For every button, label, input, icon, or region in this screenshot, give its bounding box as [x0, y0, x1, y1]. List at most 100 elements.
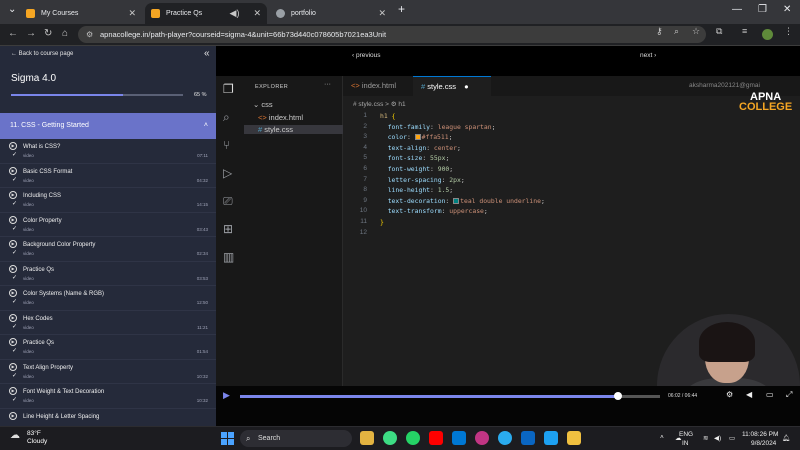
- lesson-item[interactable]: ▶ ✓ What is CSS? video 07:11: [0, 139, 216, 164]
- tab-my-courses[interactable]: My Courses ✕: [20, 3, 142, 24]
- avatar[interactable]: [762, 29, 773, 40]
- play-circle-icon: ▶: [9, 362, 17, 371]
- lesson-duration: 03:43: [196, 226, 208, 232]
- reload-icon[interactable]: ↻: [44, 28, 52, 39]
- seek-handle[interactable]: [614, 392, 622, 400]
- play-circle-icon: ▶: [9, 264, 17, 273]
- password-key-icon[interactable]: ⚷: [656, 26, 663, 37]
- lesson-item[interactable]: ▶ ✓ Background Color Property video 02:34: [0, 237, 216, 262]
- collapse-sidebar-icon[interactable]: «: [204, 48, 210, 59]
- fullscreen-icon[interactable]: ⤢: [786, 390, 792, 400]
- editor-tab-style: # style.css ●: [413, 76, 491, 96]
- line-number: 7: [363, 175, 367, 183]
- battery-icon[interactable]: ▭: [729, 434, 735, 442]
- twitter-icon[interactable]: [544, 431, 558, 445]
- previous-button[interactable]: ‹ previous: [352, 52, 381, 59]
- favicon-icon: [151, 9, 160, 18]
- speaker-icon[interactable]: ◀): [230, 8, 240, 19]
- speaker-icon[interactable]: ◀): [714, 434, 721, 442]
- clock-time[interactable]: 11:08:26 PM: [742, 431, 778, 438]
- css-file-icon: #: [421, 82, 426, 91]
- new-tab-button[interactable]: +: [398, 2, 405, 16]
- site-info-icon[interactable]: ⚙: [86, 26, 93, 43]
- lang-eng[interactable]: ENG: [679, 431, 693, 438]
- line-number: 9: [363, 196, 367, 204]
- tab-portfolio[interactable]: portfolio ✕: [270, 3, 392, 24]
- chevron-up-icon: ˄: [203, 122, 208, 129]
- css-file-icon: #: [258, 125, 263, 134]
- seek-bar[interactable]: [240, 392, 660, 400]
- menu-dots-icon[interactable]: ⋮: [784, 26, 793, 37]
- url-field[interactable]: ⚙ apnacollege.in/path-player?courseid=si…: [78, 26, 706, 43]
- youtube-icon[interactable]: [429, 431, 443, 445]
- play-button[interactable]: ▶: [223, 390, 230, 401]
- lesson-item[interactable]: ▶ ✓ Hex Codes video 11:21: [0, 311, 216, 335]
- taskbar-search[interactable]: ⌕ Search: [240, 430, 352, 447]
- maximize-button[interactable]: ❐: [758, 4, 767, 15]
- wifi-icon[interactable]: ≋: [703, 434, 708, 442]
- forward-arrow-icon[interactable]: →: [26, 28, 36, 39]
- lesson-title: Including CSS: [23, 193, 62, 199]
- line-number: 6: [363, 165, 367, 172]
- lesson-type: video: [23, 226, 34, 232]
- back-arrow-icon[interactable]: ←: [8, 28, 18, 39]
- file-explorer-icon[interactable]: [360, 431, 374, 445]
- close-icon[interactable]: ✕: [253, 8, 261, 19]
- lesson-duration: 03:53: [196, 275, 208, 281]
- tab-practice-qs[interactable]: Practice Qs ◀) ✕: [145, 3, 267, 24]
- lesson-item[interactable]: ▶ ✓ Practice Qs video 01:54: [0, 335, 216, 360]
- vscode-icon[interactable]: [452, 431, 466, 445]
- telegram-icon[interactable]: [498, 431, 512, 445]
- extensions-icon[interactable]: ⧉: [716, 26, 722, 37]
- whatsapp-icon[interactable]: [406, 431, 420, 445]
- bookmark-star-icon[interactable]: ☆: [692, 26, 700, 37]
- close-icon[interactable]: ✕: [128, 8, 136, 19]
- lesson-item[interactable]: ▶ ✓ Color Property video 03:43: [0, 213, 216, 237]
- lesson-item[interactable]: ▶ ✓ Including CSS video 14:15: [0, 188, 216, 213]
- code-line: text-decoration: teal double underline;: [387, 196, 545, 205]
- line-number: 1: [363, 112, 367, 119]
- search-icon: ⌕: [223, 110, 230, 124]
- lesson-item[interactable]: ▶ ✓ Text Align Property video 10:32: [0, 360, 216, 384]
- lesson-duration: 07:11: [197, 153, 208, 158]
- next-button[interactable]: next ›: [640, 52, 656, 59]
- lesson-item[interactable]: ▶ ✓ Color Systems (Name & RGB) video 12:50: [0, 286, 216, 311]
- lesson-title: Practice Qs: [23, 266, 55, 273]
- check-icon: ✓: [12, 250, 18, 256]
- chevron-up-icon[interactable]: ˄: [660, 434, 664, 441]
- settings-gear-icon[interactable]: ⚙: [726, 390, 733, 399]
- check-icon: ✓: [12, 323, 18, 330]
- lesson-type: video: [23, 349, 34, 354]
- lesson-item[interactable]: ▶ ✓ Basic CSS Format video 04:32: [0, 164, 216, 188]
- windows-start-icon[interactable]: [221, 432, 234, 445]
- play-circle-icon: ▶: [9, 387, 17, 395]
- close-icon[interactable]: ✕: [378, 8, 386, 19]
- notification-bell-icon[interactable]: 🔔︎: [782, 434, 790, 442]
- lesson-duration: 01:54: [196, 349, 208, 354]
- lang-in[interactable]: IN: [682, 440, 689, 447]
- linkedin-icon[interactable]: [521, 431, 535, 445]
- volume-icon[interactable]: ◀: [746, 390, 752, 399]
- check-icon: ✓: [12, 201, 18, 207]
- close-window-button[interactable]: ✕: [783, 4, 791, 15]
- chrome-icon[interactable]: [383, 431, 397, 445]
- weather-widget[interactable]: ☁ 83°F Cloudy: [10, 430, 47, 446]
- play-circle-icon: ▶: [9, 191, 17, 199]
- minimize-button[interactable]: —: [732, 4, 742, 15]
- lesson-item[interactable]: ▶ ✓ Practice Qs video 03:53: [0, 262, 216, 286]
- home-icon[interactable]: ⌂: [62, 28, 68, 39]
- tab-label: index.html: [361, 81, 397, 90]
- tab-search-icon[interactable]: ⌄: [8, 4, 16, 15]
- lesson-item[interactable]: ▶ Line Height & Letter Spacing: [0, 409, 216, 427]
- clock-date[interactable]: 9/8/2024: [751, 440, 776, 447]
- zoom-icon[interactable]: ⌕: [674, 26, 679, 37]
- folder-icon[interactable]: [567, 431, 581, 445]
- back-to-course-link[interactable]: ← Back to course page: [11, 51, 73, 57]
- section-header[interactable]: 11. CSS - Getting Started ˄: [0, 113, 216, 139]
- tab-title: Practice Qs: [166, 10, 203, 17]
- lesson-item[interactable]: ▶ ✓ Font Weight & Text Decoration video 10:3…: [0, 384, 216, 409]
- playlist-icon[interactable]: ≡: [742, 26, 747, 36]
- instagram-icon[interactable]: [475, 431, 489, 445]
- lesson-type: video: [23, 251, 34, 256]
- pip-icon[interactable]: ▭: [766, 390, 774, 399]
